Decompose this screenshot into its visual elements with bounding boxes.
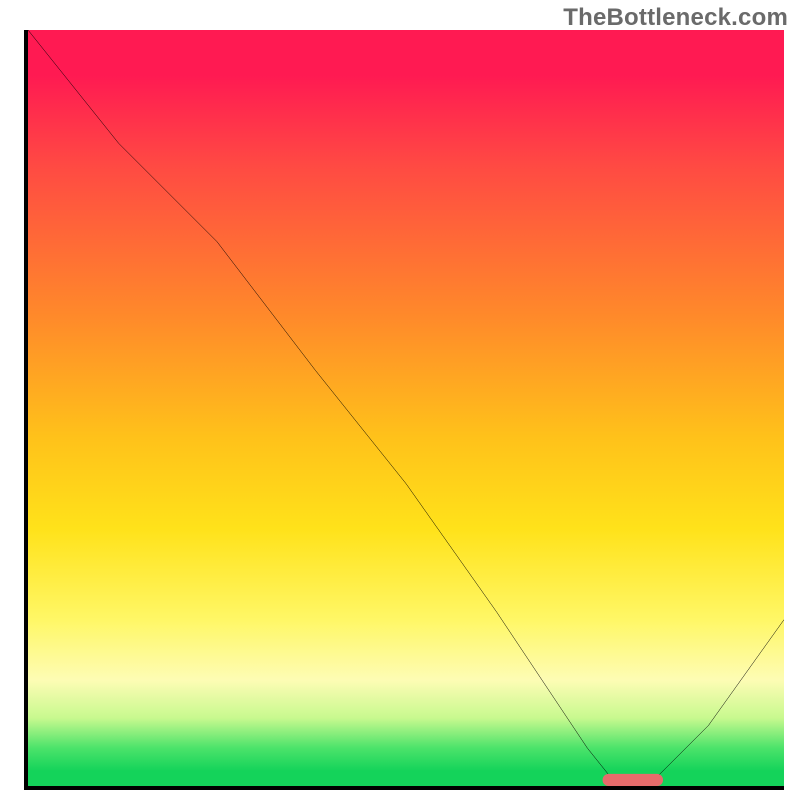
chart-container: TheBottleneck.com <box>0 0 800 800</box>
chart-svg <box>28 30 784 786</box>
watermark-text: TheBottleneck.com <box>563 4 788 32</box>
curve-line <box>28 30 784 786</box>
optimal-marker <box>603 774 663 786</box>
plot-area <box>24 30 784 790</box>
